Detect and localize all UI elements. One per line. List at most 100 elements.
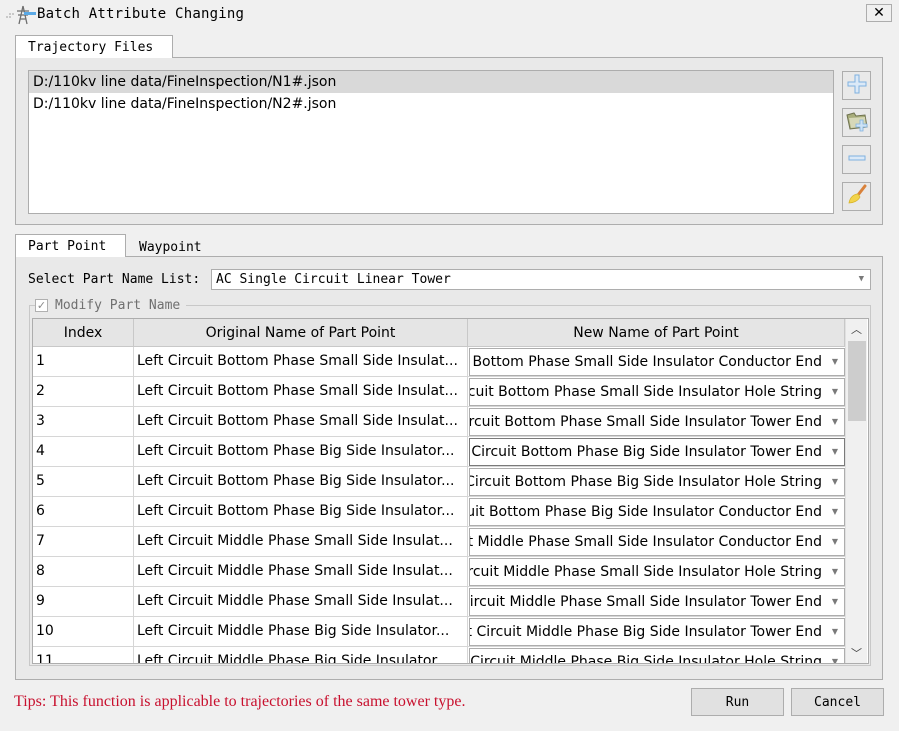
cell-original-name: Left Circuit Middle Phase Big Side Insul…: [134, 647, 468, 663]
new-name-select[interactable]: Left Circuit Middle Phase Big Side Insul…: [469, 648, 845, 664]
new-name-value: Left Circuit Bottom Phase Small Side Ins…: [470, 354, 822, 370]
cancel-button[interactable]: Cancel: [791, 688, 884, 716]
new-name-select[interactable]: Left Circuit Bottom Phase Big Side Insul…: [469, 468, 845, 496]
new-name-select[interactable]: Left Circuit Bottom Phase Big Side Insul…: [469, 498, 845, 526]
new-name-value: Left Circuit Bottom Phase Big Side Insul…: [470, 504, 822, 520]
table-row[interactable]: 2 Left Circuit Bottom Phase Small Side In…: [33, 377, 845, 407]
cell-index: 8: [33, 557, 134, 587]
new-name-select[interactable]: Left Circuit Middle Phase Small Side Ins…: [469, 528, 845, 556]
cell-index: 10: [33, 617, 134, 647]
cell-new-name: Left Circuit Bottom Phase Big Side Insul…: [468, 467, 845, 497]
checkmark-icon: ✓: [36, 299, 47, 312]
cell-new-name: Left Circuit Middle Phase Big Side Insul…: [468, 617, 845, 647]
table-header: Index Original Name of Part Point New Na…: [33, 319, 845, 347]
modify-part-name-checkbox[interactable]: ✓: [35, 299, 48, 312]
new-name-value: Left Circuit Bottom Phase Small Side Ins…: [469, 384, 822, 400]
chevron-down-icon: ▼: [831, 657, 838, 664]
table-row[interactable]: 7 Left Circuit Middle Phase Small Side In…: [33, 527, 845, 557]
new-name-value: Left Circuit Middle Phase Big Side Insul…: [469, 654, 822, 664]
part-name-table: Index Original Name of Part Point New Na…: [32, 318, 869, 664]
cell-new-name: Left Circuit Middle Phase Big Side Insul…: [468, 647, 845, 664]
cell-index: 4: [33, 437, 134, 467]
broom-icon: [846, 184, 868, 210]
table-row[interactable]: 1 Left Circuit Bottom Phase Small Side In…: [33, 347, 845, 377]
new-name-select[interactable]: Left Circuit Bottom Phase Small Side Ins…: [469, 408, 845, 436]
scroll-up-icon[interactable]: ︿: [846, 319, 867, 339]
cell-original-name: Left Circuit Bottom Phase Small Side Ins…: [134, 407, 468, 437]
cell-original-name: Left Circuit Middle Phase Big Side Insul…: [134, 617, 468, 647]
cell-index: 5: [33, 467, 134, 497]
cell-original-name: Left Circuit Bottom Phase Big Side Insul…: [134, 497, 468, 527]
add-file-button[interactable]: [842, 71, 871, 100]
close-button[interactable]: ✕: [866, 4, 892, 22]
cell-original-name: Left Circuit Middle Phase Small Side Ins…: [134, 527, 468, 557]
cell-new-name: Left Circuit Bottom Phase Big Side Insul…: [468, 437, 845, 467]
new-name-select[interactable]: Left Circuit Bottom Phase Small Side Ins…: [469, 378, 845, 406]
cell-original-name: Left Circuit Bottom Phase Small Side Ins…: [134, 347, 468, 377]
new-name-value: Left Circuit Bottom Phase Big Side Insul…: [469, 444, 822, 460]
new-name-value: Left Circuit Bottom Phase Big Side Insul…: [469, 474, 822, 490]
scroll-down-icon[interactable]: ﹀: [846, 643, 867, 663]
chevron-down-icon: ▼: [831, 417, 838, 426]
file-list-item[interactable]: D:/110kv line data/FineInspection/N2#.js…: [29, 93, 833, 115]
new-name-value: Left Circuit Middle Phase Small Side Ins…: [470, 564, 822, 580]
run-button[interactable]: Run: [691, 688, 784, 716]
tab-trajectory-files[interactable]: Trajectory Files: [15, 35, 173, 58]
tips-text: Tips: This function is applicable to tra…: [14, 693, 466, 710]
tab-label: Part Point: [28, 238, 107, 254]
table-row[interactable]: 11 Left Circuit Middle Phase Big Side Ins…: [33, 647, 845, 664]
new-name-select[interactable]: Left Circuit Middle Phase Big Side Insul…: [469, 618, 845, 646]
cell-original-name: Left Circuit Bottom Phase Small Side Ins…: [134, 377, 468, 407]
table-row[interactable]: 3 Left Circuit Bottom Phase Small Side In…: [33, 407, 845, 437]
clear-list-button[interactable]: [842, 182, 871, 211]
chevron-down-icon: ▼: [831, 507, 838, 516]
table-row[interactable]: 4 Left Circuit Bottom Phase Big Side Insu…: [33, 437, 845, 467]
modify-part-name-row[interactable]: ✓ Modify Part Name: [35, 298, 187, 313]
select-value: AC Single Circuit Linear Tower: [216, 272, 451, 287]
cell-index: 7: [33, 527, 134, 557]
cell-new-name: Left Circuit Middle Phase Small Side Ins…: [468, 527, 845, 557]
new-name-select[interactable]: Left Circuit Bottom Phase Small Side Ins…: [469, 348, 845, 376]
table-row[interactable]: 6 Left Circuit Bottom Phase Big Side Insu…: [33, 497, 845, 527]
cell-original-name: Left Circuit Bottom Phase Big Side Insul…: [134, 467, 468, 497]
new-name-select[interactable]: Left Circuit Middle Phase Small Side Ins…: [469, 588, 845, 616]
new-name-select[interactable]: Left Circuit Middle Phase Small Side Ins…: [469, 558, 845, 586]
tower-icon: [6, 4, 36, 26]
add-folder-button[interactable]: [842, 108, 871, 137]
column-header-original-name[interactable]: Original Name of Part Point: [134, 319, 468, 347]
cell-new-name: Left Circuit Bottom Phase Small Side Ins…: [468, 377, 845, 407]
new-name-value: Left Circuit Middle Phase Small Side Ins…: [470, 534, 822, 550]
cell-new-name: Left Circuit Middle Phase Small Side Ins…: [468, 557, 845, 587]
table-body: 1 Left Circuit Bottom Phase Small Side In…: [33, 347, 845, 664]
cell-index: 1: [33, 347, 134, 377]
cell-original-name: Left Circuit Middle Phase Small Side Ins…: [134, 587, 468, 617]
part-name-list-select[interactable]: AC Single Circuit Linear Tower ▼: [211, 269, 871, 290]
table-row[interactable]: 10 Left Circuit Middle Phase Big Side Ins…: [33, 617, 845, 647]
new-name-value: Left Circuit Middle Phase Big Side Insul…: [469, 624, 822, 640]
new-name-value: Left Circuit Bottom Phase Small Side Ins…: [469, 414, 822, 430]
plus-icon: [847, 74, 867, 98]
column-header-index[interactable]: Index: [33, 319, 134, 347]
table-row[interactable]: 5 Left Circuit Bottom Phase Big Side Insu…: [33, 467, 845, 497]
file-list-item[interactable]: D:/110kv line data/FineInspection/N1#.js…: [29, 71, 833, 93]
tab-part-point[interactable]: Part Point: [15, 234, 126, 257]
file-list[interactable]: D:/110kv line data/FineInspection/N1#.js…: [28, 70, 834, 214]
select-part-name-list-label: Select Part Name List:: [28, 272, 201, 287]
cell-index: 11: [33, 647, 134, 663]
column-header-new-name[interactable]: New Name of Part Point: [468, 319, 845, 347]
chevron-down-icon: ▼: [858, 274, 864, 284]
scrollbar-thumb[interactable]: [848, 341, 866, 421]
vertical-scrollbar[interactable]: ︿ ﹀: [845, 319, 867, 663]
new-name-select[interactable]: Left Circuit Bottom Phase Big Side Insul…: [469, 438, 845, 466]
chevron-down-icon: ▼: [831, 597, 838, 606]
remove-file-button[interactable]: [842, 145, 871, 174]
chevron-down-icon: ▼: [831, 357, 838, 366]
table-row[interactable]: 8 Left Circuit Middle Phase Small Side In…: [33, 557, 845, 587]
cell-index: 2: [33, 377, 134, 407]
table-row[interactable]: 9 Left Circuit Middle Phase Small Side In…: [33, 587, 845, 617]
chevron-down-icon: ▼: [831, 447, 838, 456]
folder-add-icon: [845, 110, 869, 136]
close-icon: ✕: [873, 5, 885, 21]
cell-new-name: Left Circuit Bottom Phase Big Side Insul…: [468, 497, 845, 527]
tab-label: Trajectory Files: [28, 39, 154, 55]
